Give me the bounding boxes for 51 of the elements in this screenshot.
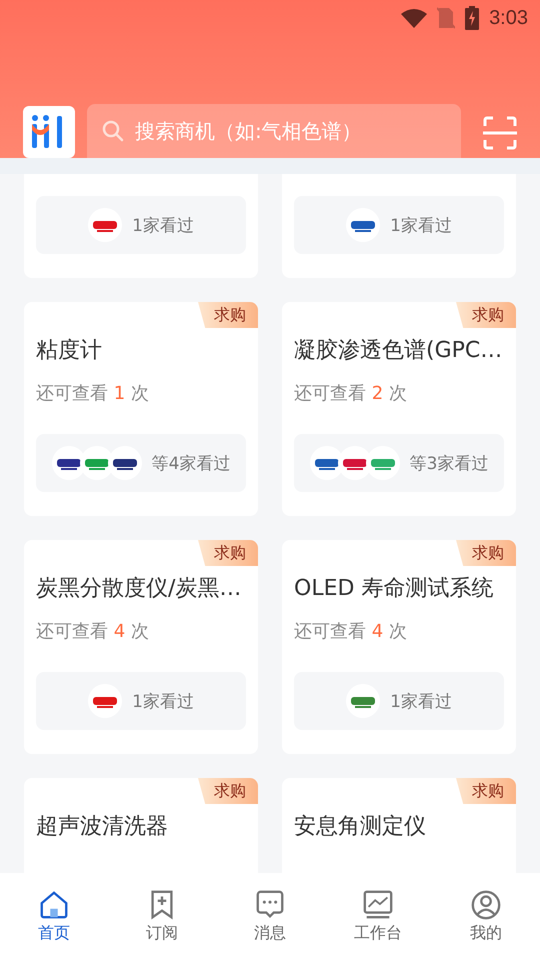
seen-count: 1家看过 <box>390 690 452 712</box>
tab-bar-item[interactable]: 首页 <box>0 873 108 960</box>
seen-by-panel[interactable]: 1家看过 <box>36 672 246 730</box>
request-tag: 求购 <box>198 540 258 566</box>
product-card[interactable]: 求购 凝胶渗透色谱(GPC… 还可查看 2 次 等3家看过 <box>282 302 516 516</box>
scan-icon[interactable] <box>483 116 517 150</box>
seen-by-panel[interactable]: 等3家看过 <box>294 434 504 492</box>
views-remaining: 还可查看 2 次 <box>294 382 408 406</box>
product-card[interactable]: 求购 安息角测定仪 <box>282 778 516 873</box>
product-title: 凝胶渗透色谱(GPC… <box>294 337 504 365</box>
views-remaining: 还可查看 4 次 <box>36 620 150 644</box>
product-title: 超声波清洗器 <box>36 813 169 841</box>
seen-count: 等4家看过 <box>152 452 230 474</box>
product-title: 粘度计 <box>36 337 103 365</box>
product-card[interactable]: 1家看过 <box>282 174 516 278</box>
product-title: 炭黑分散度仪/炭黑… <box>36 575 242 603</box>
views-remaining: 还可查看 4 次 <box>294 620 408 644</box>
seen-by-panel[interactable]: 1家看过 <box>294 196 504 254</box>
tab-bar-item[interactable]: 订阅 <box>108 873 216 960</box>
request-tag: 求购 <box>198 778 258 804</box>
seen-count: 1家看过 <box>390 214 452 236</box>
views-remaining: 还可查看 1 次 <box>36 382 150 406</box>
seen-count: 1家看过 <box>132 690 194 712</box>
clock-time: 3:03 <box>489 6 528 30</box>
request-tag: 求购 <box>198 302 258 328</box>
no-sim-icon <box>437 7 456 29</box>
chart-monitor-icon <box>362 889 394 921</box>
product-title: OLED 寿命测试系统 <box>294 575 494 603</box>
product-card[interactable]: 1家看过 <box>24 174 258 278</box>
seen-count: 1家看过 <box>132 214 194 236</box>
request-tag: 求购 <box>456 302 516 328</box>
home-icon <box>38 889 70 921</box>
tab-bar-item[interactable]: 工作台 <box>324 873 432 960</box>
product-title: 安息角测定仪 <box>294 813 427 841</box>
app-logo-icon[interactable] <box>23 106 75 158</box>
product-card[interactable]: 求购 粘度计 还可查看 1 次 等4家看过 <box>24 302 258 516</box>
product-card[interactable]: 求购 超声波清洗器 <box>24 778 258 873</box>
product-card[interactable]: 求购 炭黑分散度仪/炭黑… 还可查看 4 次 1家看过 <box>24 540 258 754</box>
request-tag: 求购 <box>456 540 516 566</box>
tab-bar-item[interactable]: 我的 <box>432 873 540 960</box>
seen-count: 等3家看过 <box>410 452 488 474</box>
tab-bar-item[interactable]: 消息 <box>216 873 324 960</box>
wifi-icon <box>401 8 428 28</box>
battery-icon <box>465 6 480 30</box>
seen-by-panel[interactable]: 1家看过 <box>36 196 246 254</box>
search-icon <box>101 119 125 143</box>
request-tag: 求购 <box>456 778 516 804</box>
seen-by-panel[interactable]: 等4家看过 <box>36 434 246 492</box>
user-icon <box>470 889 502 921</box>
product-card[interactable]: 求购 OLED 寿命测试系统 还可查看 4 次 1家看过 <box>282 540 516 754</box>
seen-by-panel[interactable]: 1家看过 <box>294 672 504 730</box>
